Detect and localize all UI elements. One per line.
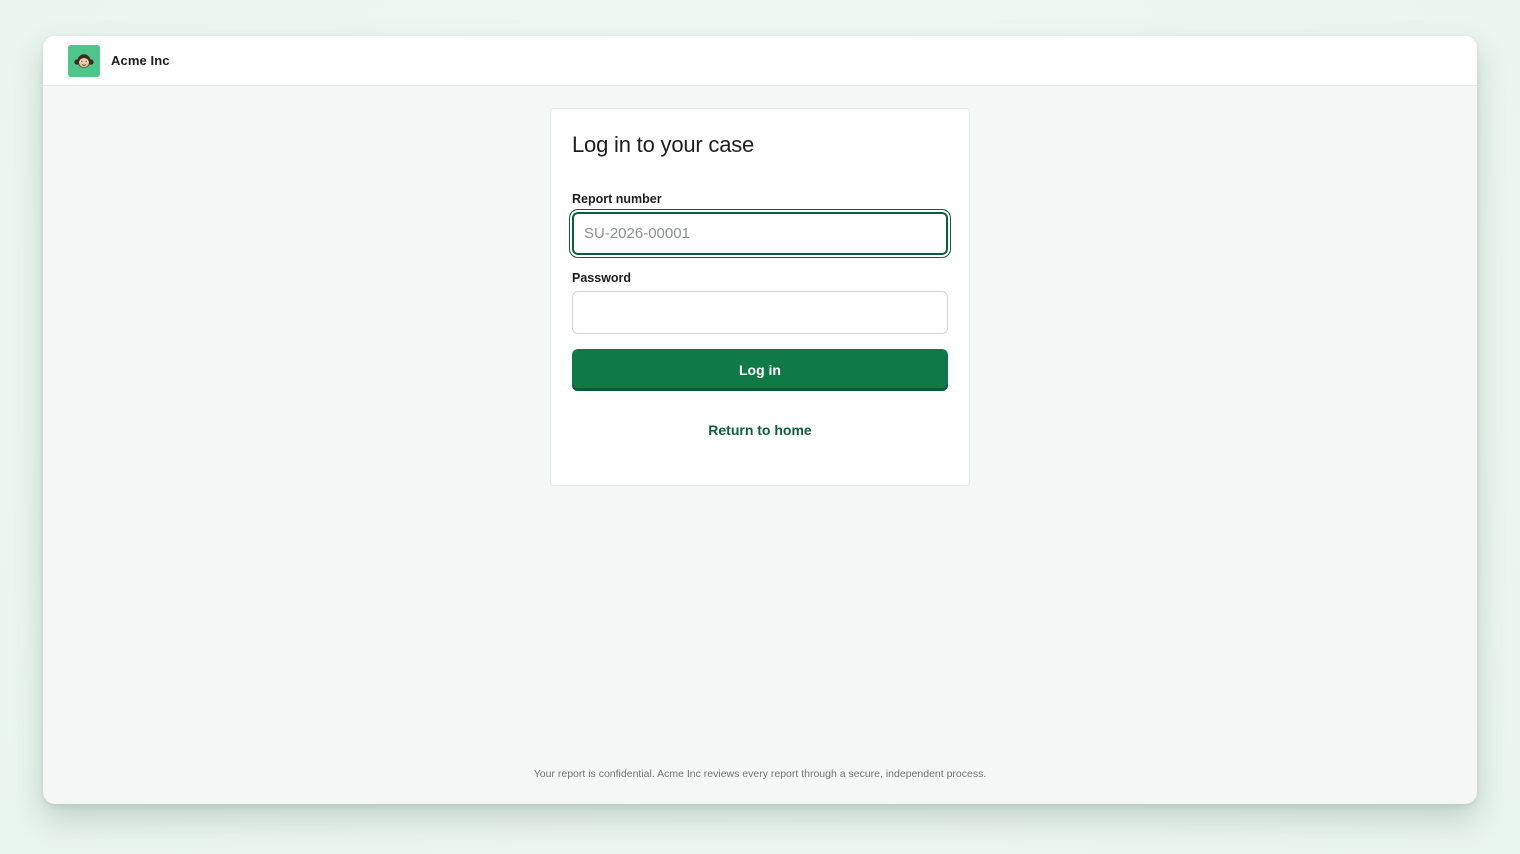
brand-name: Acme Inc	[111, 53, 170, 68]
password-label: Password	[572, 271, 632, 285]
password-input[interactable]	[572, 291, 948, 334]
app-window: Acme Inc Log in to your case Report numb…	[43, 36, 1477, 804]
report-number-input[interactable]	[572, 212, 948, 255]
confidentiality-note: Your report is confidential. Acme Inc re…	[533, 768, 987, 780]
top-bar: Acme Inc	[43, 36, 1477, 86]
report-number-label: Report number	[572, 192, 662, 206]
login-button[interactable]: Log in	[572, 349, 948, 391]
monkey-face-icon[interactable]	[68, 44, 100, 77]
login-card: Log in to your case Report number Passwo…	[550, 108, 970, 486]
page-title: Log in to your case	[572, 132, 755, 157]
return-home-link[interactable]: Return to home	[572, 422, 948, 438]
